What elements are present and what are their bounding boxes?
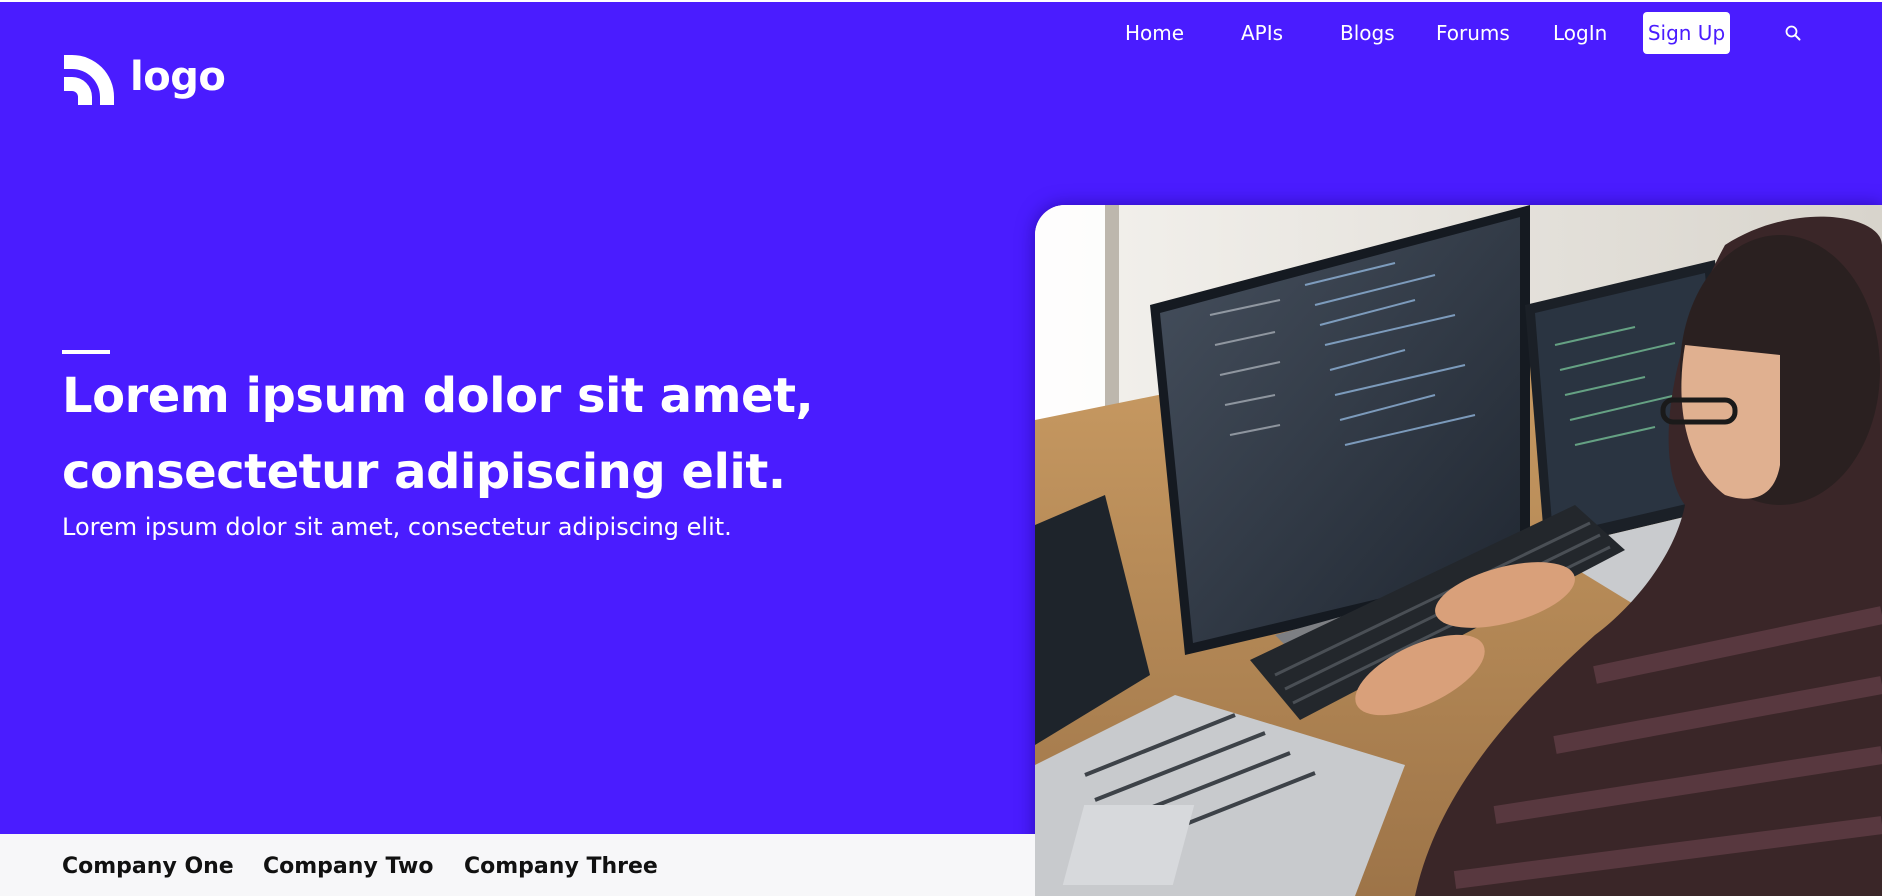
logo-text: logo (130, 54, 226, 100)
hero-subheadline: Lorem ipsum dolor sit amet, consectetur … (62, 513, 732, 541)
hero-headline-line-1: Lorem ipsum dolor sit amet, (62, 368, 814, 424)
company-strip: Company One Company Two Company Three (0, 834, 1035, 896)
company-three: Company Three (464, 854, 658, 879)
hero-headline: Lorem ipsum dolor sit amet, consectetur … (62, 358, 962, 510)
company-two: Company Two (263, 854, 434, 879)
developer-at-computer-photo (1035, 205, 1882, 896)
headline-accent-bar (62, 350, 110, 354)
hero-image (1035, 205, 1882, 896)
nav-home-link[interactable]: Home (1125, 12, 1184, 54)
nav-forums-link[interactable]: Forums (1436, 12, 1510, 54)
main-nav: Home APIs Blogs Forums LogIn Sign Up (0, 12, 1882, 54)
company-one: Company One (62, 854, 234, 879)
search-icon[interactable] (1784, 21, 1802, 45)
nav-apis-link[interactable]: APIs (1241, 12, 1283, 54)
hero-headline-line-2: consectetur adipiscing elit. (62, 444, 786, 500)
nav-blogs-link[interactable]: Blogs (1340, 12, 1395, 54)
nav-login-link[interactable]: LogIn (1553, 12, 1607, 54)
signup-button[interactable]: Sign Up (1643, 12, 1730, 54)
rss-logo-icon (64, 55, 114, 105)
site-logo[interactable]: logo (62, 52, 226, 108)
